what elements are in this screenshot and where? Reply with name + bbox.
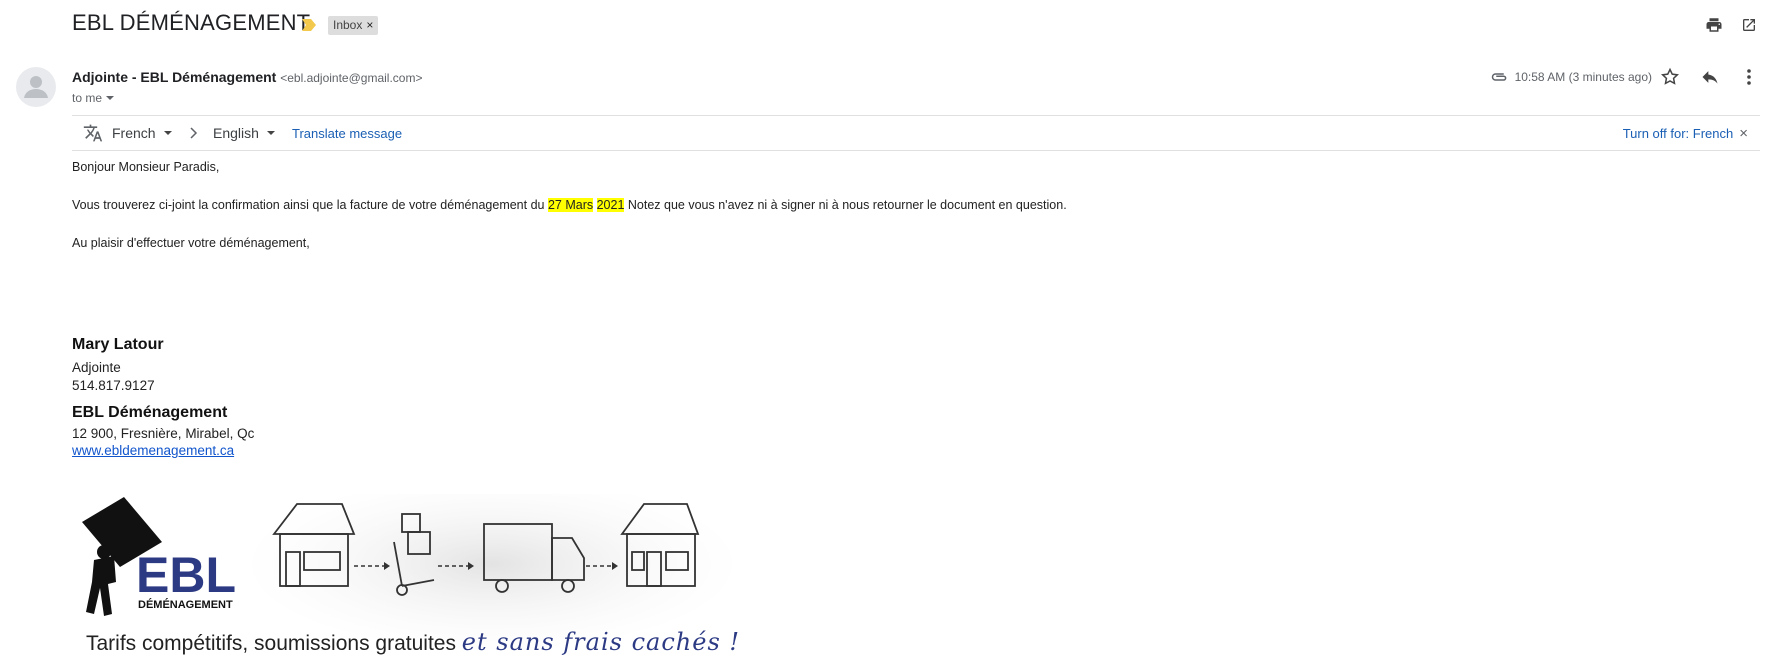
translate-icon	[82, 116, 104, 150]
recipient-text: to me	[72, 91, 103, 105]
sender-email: <ebl.adjointe@gmail.com>	[280, 71, 423, 85]
message-line-1: Vous trouverez ci-joint la confirmation …	[72, 198, 1067, 212]
translate-message-link[interactable]: Translate message	[292, 116, 402, 150]
inbox-label-chip: Inbox ×	[328, 16, 379, 35]
signature-company: EBL Déménagement	[72, 404, 228, 421]
source-language-select[interactable]: French	[112, 116, 172, 150]
signature-phone: 514.817.9127	[72, 378, 155, 393]
turn-off-translation: Turn off for: French ×	[1623, 116, 1748, 150]
signature-name: Mary Latour	[72, 336, 164, 353]
target-language-label: English	[213, 125, 259, 141]
message-line-1-start: Vous trouverez ci-joint la confirmation …	[72, 198, 548, 212]
star-icon[interactable]	[1659, 66, 1681, 88]
tagline-script: et sans frais cachés !	[461, 628, 741, 656]
attachment-icon	[1491, 73, 1506, 81]
signature-website-link[interactable]: www.ebldemenagement.ca	[72, 443, 234, 458]
signature-address: 12 900, Fresnière, Mirabel, Qc	[72, 426, 255, 441]
more-options-icon[interactable]	[1738, 66, 1760, 88]
banner-logo-subtext: DÉMÉNAGEMENT	[138, 598, 233, 611]
email-subject: EBL DÉMÉNAGEMENT	[72, 10, 311, 35]
remove-label-button[interactable]: ×	[366, 16, 373, 35]
recipient-details-toggle[interactable]: to me	[72, 91, 115, 105]
chevron-down-icon	[266, 131, 275, 135]
chevron-down-icon	[163, 131, 172, 135]
turn-off-translation-link[interactable]: Turn off for: French	[1623, 126, 1734, 141]
highlighted-date-year: 2021	[596, 198, 625, 212]
source-language-label: French	[112, 125, 156, 141]
inbox-label-text: Inbox	[333, 18, 363, 32]
banner-logo-text: EBL	[136, 547, 236, 603]
chevron-down-icon	[106, 96, 115, 100]
print-all-icon[interactable]	[1703, 14, 1725, 36]
translate-bar: French English Translate message Turn of…	[72, 115, 1760, 151]
signature-title: Adjointe	[72, 360, 121, 375]
banner-tagline: Tarifs compétitifs, soumissions gratuite…	[86, 628, 740, 656]
important-marker-icon[interactable]	[302, 19, 316, 31]
sender-name[interactable]: Adjointe - EBL Déménagement	[72, 69, 276, 85]
sender-line: Adjointe - EBL Déménagement <ebl.adjoint…	[72, 69, 422, 85]
message-closing: Au plaisir d'effectuer votre déménagemen…	[72, 236, 310, 250]
reply-icon[interactable]	[1699, 66, 1721, 88]
message-time: 10:58 AM (3 minutes ago)	[1514, 70, 1652, 84]
close-translate-bar-icon[interactable]: ×	[1739, 125, 1748, 142]
open-new-window-icon[interactable]	[1738, 14, 1760, 36]
message-line-1-end: Notez que vous n'avez ni à signer ni à n…	[624, 198, 1067, 212]
tagline-plain: Tarifs compétitifs, soumissions gratuite…	[86, 632, 462, 655]
chevron-right-icon	[189, 116, 199, 150]
target-language-select[interactable]: English	[213, 116, 275, 150]
message-greeting: Bonjour Monsieur Paradis,	[72, 160, 220, 174]
message-meta: 10:58 AM (3 minutes ago)	[1491, 70, 1652, 84]
sender-avatar[interactable]	[16, 67, 56, 107]
highlighted-date-day: 27 Mars	[547, 198, 594, 212]
